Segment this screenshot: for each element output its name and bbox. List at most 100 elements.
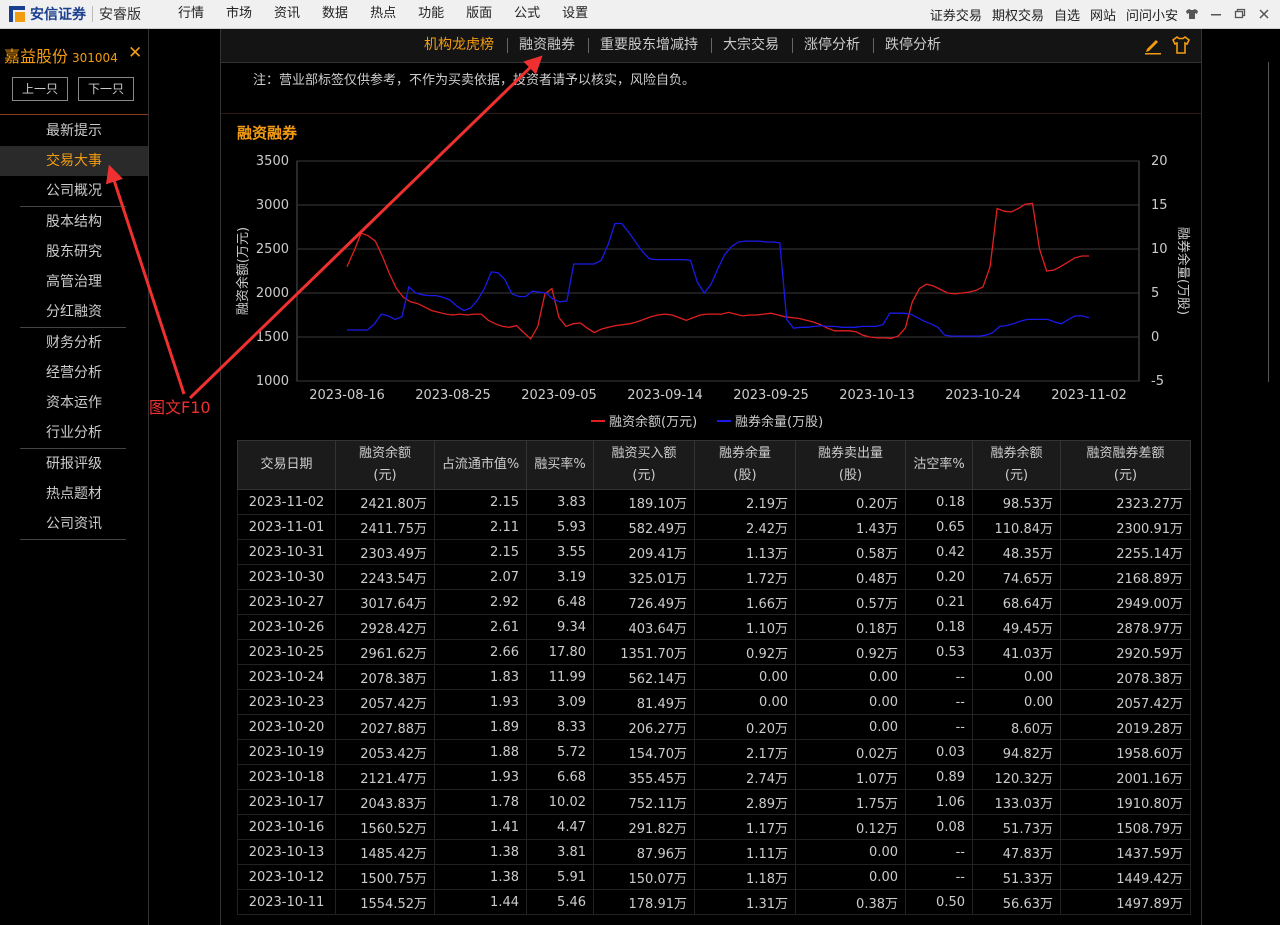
table-row[interactable]: 2023-10-24 2078.38万 1.83 11.99 562.14万 0.00 0.… xyxy=(237,664,1191,690)
sidebar-item-shareholder-research[interactable]: 股东研究 xyxy=(0,237,148,267)
menu-item[interactable]: 设置 xyxy=(562,0,588,28)
table-row[interactable]: 2023-10-16 1560.52万 1.41 4.47 291.82万 1.17万 0.… xyxy=(237,814,1191,840)
table-row[interactable]: 2023-10-18 2121.47万 1.93 6.68 355.45万 2.74万 1.… xyxy=(237,764,1191,790)
right-scrollbar[interactable] xyxy=(1268,62,1280,382)
table-row[interactable]: 2023-10-11 1554.52万 1.44 5.46 178.91万 1.31万 0.… xyxy=(237,889,1191,915)
table-row[interactable]: 2023-10-26 2928.42万 2.61 9.34 403.64万 1.10万 0.… xyxy=(237,614,1191,640)
table-cell: 5.72 xyxy=(526,739,594,765)
table-cell: 4.47 xyxy=(526,814,594,840)
table-body: 2023-11-02 2421.80万 2.15 3.83 189.10万 2.19万 0.… xyxy=(237,489,1191,915)
sidebar-item-company-overview[interactable]: 公司概况 xyxy=(0,176,148,206)
sidebar-item-management[interactable]: 高管治理 xyxy=(0,267,148,297)
table-row[interactable]: 2023-10-20 2027.88万 1.89 8.33 206.27万 0.20万 0.… xyxy=(237,714,1191,740)
tab-limit-up-analysis[interactable]: 涨停分析 xyxy=(804,29,860,62)
table-row[interactable]: 2023-10-30 2243.54万 2.07 3.19 325.01万 1.72万 0.… xyxy=(237,564,1191,590)
sidebar-item-latest-tips[interactable]: 最新提示 xyxy=(0,116,148,146)
menu-item[interactable]: 功能 xyxy=(418,0,444,28)
tab-block-trades[interactable]: 大宗交易 xyxy=(723,29,779,62)
table-cell: 2.15 xyxy=(434,539,527,565)
link-watchlist[interactable]: 自选 xyxy=(1054,5,1080,24)
pen-icon[interactable] xyxy=(1143,35,1163,55)
menu-item[interactable]: 版面 xyxy=(466,0,492,28)
table-cell: 2023-10-30 xyxy=(237,564,336,590)
table-row[interactable]: 2023-10-31 2303.49万 2.15 3.55 209.41万 1.13万 0.… xyxy=(237,539,1191,565)
sidebar-item-capital-operations[interactable]: 资本运作 xyxy=(0,388,148,418)
table-cell: 2023-10-24 xyxy=(237,664,336,690)
minimize-icon[interactable] xyxy=(1206,0,1226,28)
prev-stock-button[interactable]: 上一只 xyxy=(12,77,68,101)
menu-item[interactable]: 行情 xyxy=(178,0,204,28)
table-row[interactable]: 2023-10-17 2043.83万 1.78 10.02 752.11万 2.89万 1… xyxy=(237,789,1191,815)
table-cell: 1.89 xyxy=(434,714,527,740)
table-row[interactable]: 2023-10-13 1485.42万 1.38 3.81 87.96万 1.11万 0.0… xyxy=(237,839,1191,865)
sidebar-item-share-structure[interactable]: 股本结构 xyxy=(0,207,148,237)
table-cell: 0.00 xyxy=(795,714,906,740)
x-tick-label: 2023-09-25 xyxy=(733,388,809,403)
column-header[interactable]: 融资融券差额 (元) xyxy=(1060,440,1191,490)
column-header[interactable]: 融资买入额 (元) xyxy=(593,440,695,490)
column-header[interactable]: 融券余额 (元) xyxy=(972,440,1061,490)
theme-shirt-icon[interactable] xyxy=(1171,35,1191,55)
app-logo: 安信证券 安睿版 xyxy=(8,4,141,24)
table-cell: 0.18万 xyxy=(795,614,906,640)
menu-item[interactable]: 数据 xyxy=(322,0,348,28)
close-stock-icon[interactable]: ✕ xyxy=(128,43,142,63)
link-website[interactable]: 网站 xyxy=(1090,5,1116,24)
sidebar-item-industry-analysis[interactable]: 行业分析 xyxy=(0,418,148,448)
table-row[interactable]: 2023-10-23 2057.42万 1.93 3.09 81.49万 0.00 0.00… xyxy=(237,689,1191,715)
table-row[interactable]: 2023-10-19 2053.42万 1.88 5.72 154.70万 2.17万 0.… xyxy=(237,739,1191,765)
sidebar-item-hot-topics[interactable]: 热点题材 xyxy=(0,479,148,509)
column-header[interactable]: 交易日期 xyxy=(237,440,336,490)
column-header[interactable]: 融券余量 (股) xyxy=(694,440,796,490)
link-options-trading[interactable]: 期权交易 xyxy=(992,5,1044,24)
sidebar-item-trading-events[interactable]: 交易大事 xyxy=(0,146,148,176)
sidebar-item-dividends[interactable]: 分红融资 xyxy=(0,297,148,327)
sidebar-item-operations-analysis[interactable]: 经营分析 xyxy=(0,358,148,388)
tab-major-holder-changes[interactable]: 重要股东增减持 xyxy=(600,29,698,62)
close-icon[interactable] xyxy=(1254,0,1274,28)
table-row[interactable]: 2023-10-27 3017.64万 2.92 6.48 726.49万 1.66万 0.… xyxy=(237,589,1191,615)
table-cell: 1.66万 xyxy=(694,589,796,615)
column-header[interactable]: 融资余额 (元) xyxy=(335,440,435,490)
table-cell: 2323.27万 xyxy=(1060,489,1191,515)
y2-tick-label: -5 xyxy=(1151,374,1164,389)
menu-item[interactable]: 热点 xyxy=(370,0,396,28)
link-securities-trading[interactable]: 证券交易 xyxy=(930,5,982,24)
table-cell: 2.11 xyxy=(434,514,527,540)
table-cell: 133.03万 xyxy=(972,789,1061,815)
table-row[interactable]: 2023-10-12 1500.75万 1.38 5.91 150.07万 1.18万 0.… xyxy=(237,864,1191,890)
tab-institution-dragon-tiger[interactable]: 机构龙虎榜 xyxy=(424,29,494,62)
y-tick-label: 3500 xyxy=(256,154,289,169)
column-header[interactable]: 融券卖出量 (股) xyxy=(795,440,906,490)
next-stock-button[interactable]: 下一只 xyxy=(78,77,134,101)
restore-icon[interactable] xyxy=(1230,0,1250,28)
table-row[interactable]: 2023-11-02 2421.80万 2.15 3.83 189.10万 2.19万 0.… xyxy=(237,489,1191,515)
sidebar-item-research-ratings[interactable]: 研报评级 xyxy=(0,449,148,479)
link-ask-assistant[interactable]: 问问小安 xyxy=(1126,5,1178,24)
main-panel: 机构龙虎榜 融资融券 重要股东增减持 大宗交易 涨停分析 跌停分析 注：营业部标… xyxy=(220,29,1202,925)
menu-item[interactable]: 资讯 xyxy=(274,0,300,28)
menu-item[interactable]: 市场 xyxy=(226,0,252,28)
series-line-financing-balance xyxy=(346,202,1089,340)
table-row[interactable]: 2023-11-01 2411.75万 2.11 5.93 582.49万 2.42万 1.… xyxy=(237,514,1191,540)
menu-item[interactable]: 公式 xyxy=(514,0,540,28)
tab-limit-down-analysis[interactable]: 跌停分析 xyxy=(885,29,941,62)
table-cell: 5.46 xyxy=(526,889,594,915)
column-header[interactable]: 占流通市值% xyxy=(434,440,527,490)
column-header[interactable]: 沽空率% xyxy=(905,440,973,490)
sidebar-item-financial-analysis[interactable]: 财务分析 xyxy=(0,328,148,358)
column-header[interactable]: 融买率% xyxy=(526,440,594,490)
table-cell: 2019.28万 xyxy=(1060,714,1191,740)
shirt-icon[interactable] xyxy=(1182,0,1202,28)
table-cell: 2.92 xyxy=(434,589,527,615)
sidebar-item-company-news[interactable]: 公司资讯 xyxy=(0,509,148,539)
table-cell: 2023-10-26 xyxy=(237,614,336,640)
table-cell: 10.02 xyxy=(526,789,594,815)
table-cell: -- xyxy=(905,864,973,890)
table-cell: 2243.54万 xyxy=(335,564,435,590)
tab-margin-trading[interactable]: 融资融券 xyxy=(519,29,575,62)
y2-axis-label: 融券余量(万股) xyxy=(1175,227,1191,315)
y-tick-label: 3000 xyxy=(256,198,289,213)
table-row[interactable]: 2023-10-25 2961.62万 2.66 17.80 1351.70万 0.92万… xyxy=(237,639,1191,665)
table-cell: 2928.42万 xyxy=(335,614,435,640)
